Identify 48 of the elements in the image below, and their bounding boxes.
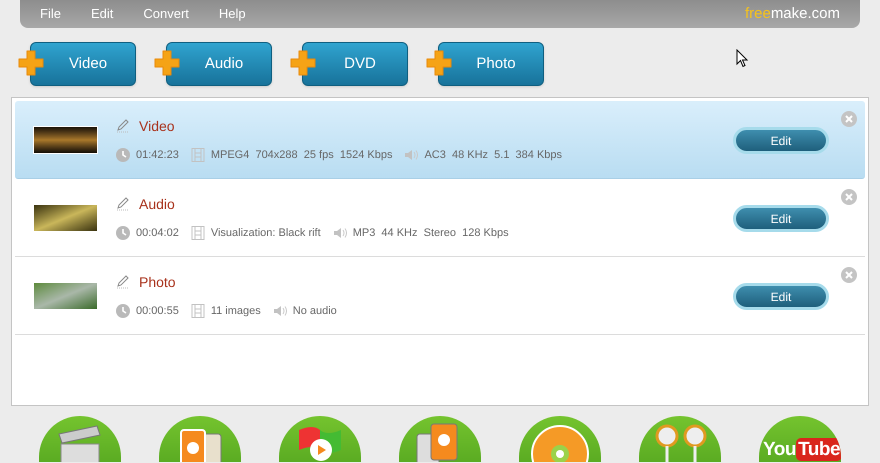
speaker-icon [404,148,418,162]
film-icon [190,304,205,318]
file-title[interactable]: Audio [139,194,175,215]
duration-text: 00:00:55 [136,304,179,319]
clock-icon [116,304,130,318]
menu-item[interactable]: File [40,4,61,24]
edit-button[interactable]: Edit [733,283,829,310]
clock-icon [116,148,130,162]
duration-text: 00:04:02 [136,226,179,241]
menu-item[interactable]: Edit [90,4,114,24]
add-button[interactable]: Photo [438,42,544,86]
speaker-icon [332,226,347,240]
close-icon[interactable] [841,111,857,127]
pencil-icon [116,275,130,290]
close-icon[interactable] [841,267,857,283]
add-button[interactable]: Video [30,42,136,86]
cursor-icon [736,49,749,68]
plus-icon [18,50,44,76]
close-icon[interactable] [841,189,857,205]
add-button[interactable]: DVD [302,42,408,86]
film-icon [190,226,205,240]
clock-icon [116,226,130,240]
file-row[interactable]: Video 01:42:23 MPEG4 704x288 25 fps 1524 Kbps AC3 48 KHz 5.1 384 Kbps Edit [15,101,865,179]
video-info-text: MPEG4 704x288 25 fps 1524 Kbps [210,148,392,163]
edit-button[interactable]: Edit [733,205,829,232]
audio-info-text: No audio [292,304,337,319]
video-info-text: 11 images [210,304,261,319]
menu-item[interactable]: Help [218,4,246,24]
menu-item[interactable]: Convert [143,4,189,24]
pencil-icon [116,197,130,212]
plus-icon [290,50,316,76]
logo: freemake.com [744,4,840,24]
duration-text: 01:42:23 [136,148,179,163]
edit-button[interactable]: Edit [733,127,829,154]
plus-icon [426,50,452,76]
video-info-text: Visualization: Black rift [210,226,321,241]
logo-text: You [763,440,796,459]
speaker-icon [272,304,287,318]
plus-icon [154,50,180,76]
youtube-output-icon[interactable]: YouTube [759,416,841,462]
film-icon [190,148,205,162]
add-button[interactable]: Audio [166,42,272,86]
file-title[interactable]: Photo [139,272,176,293]
file-title[interactable]: Video [139,116,175,137]
audio-info-text: AC3 48 KHz 5.1 384 Kbps [424,148,562,163]
audio-info-text: MP3 44 KHz Stereo 128 Kbps [352,226,509,241]
logo-text: Tube [796,438,841,461]
pencil-icon [116,119,130,134]
